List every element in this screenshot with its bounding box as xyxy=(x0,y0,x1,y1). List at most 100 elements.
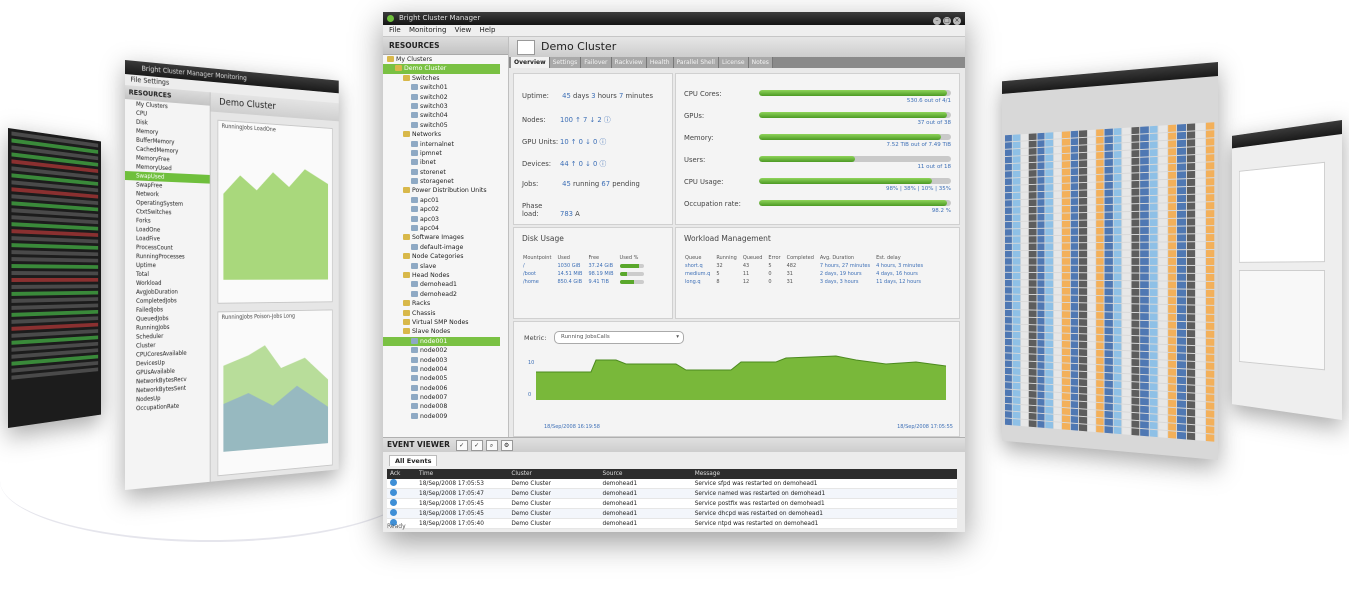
workload-cell: 31 xyxy=(786,271,793,277)
tree-item[interactable]: switch05 xyxy=(383,121,500,130)
tree-item[interactable]: Racks xyxy=(383,299,500,308)
monitoring-item[interactable]: Uptime xyxy=(125,261,210,270)
tree-item[interactable]: internalnet xyxy=(383,140,500,149)
tab-health[interactable]: Health xyxy=(646,57,674,68)
devices-value[interactable]: 44 ↑ 0 ↓ 0 ⓘ xyxy=(560,160,606,168)
close-icon[interactable]: × xyxy=(953,17,961,25)
event-cell: Demo Cluster xyxy=(508,518,600,529)
event-row[interactable]: 18/Sep/2008 17:05:45 Demo Cluster demohead… xyxy=(387,498,957,509)
node-icon xyxy=(411,290,418,297)
tab-parallel-shell[interactable]: Parallel Shell xyxy=(673,57,719,68)
gauge-bar xyxy=(759,178,951,184)
settings-icon[interactable]: ⚙ xyxy=(500,439,513,451)
menu-file[interactable]: File xyxy=(389,26,401,34)
minimize-icon[interactable]: – xyxy=(933,17,941,25)
event-ack[interactable] xyxy=(387,498,417,509)
tree-item-label: apc02 xyxy=(420,206,439,214)
search-icon[interactable]: ⌕ xyxy=(485,439,498,451)
tree-item[interactable]: default-image xyxy=(383,243,500,252)
workload-col-header: Est. delay xyxy=(876,255,901,261)
tree-item[interactable]: Demo Cluster xyxy=(383,64,500,74)
settings-window-title xyxy=(1232,120,1342,149)
tree-item[interactable]: apc04 xyxy=(383,224,500,233)
tree-item[interactable]: switch01 xyxy=(383,83,500,92)
tree-item[interactable]: switch04 xyxy=(383,111,500,120)
tree-item[interactable]: storenet xyxy=(383,168,500,177)
tree-item[interactable]: slave xyxy=(383,262,500,271)
tree-item[interactable]: Node Categories xyxy=(383,252,500,261)
tab-notes[interactable]: Notes xyxy=(748,57,773,68)
event-col-header[interactable]: Source xyxy=(599,469,692,479)
terminal-window xyxy=(8,128,102,428)
tree-item[interactable]: switch03 xyxy=(383,102,500,111)
resource-gauges: CPU Cores: 530.6 out of 4/1 GPUs: 37 out of… xyxy=(675,73,960,225)
event-col-header[interactable]: Time xyxy=(416,469,509,479)
tree-item[interactable]: Networks xyxy=(383,130,500,139)
event-row[interactable]: 18/Sep/2008 17:05:53 Demo Cluster demohead… xyxy=(387,479,957,489)
graph-panel-1[interactable]: RunningJobs LoadOne xyxy=(217,119,333,304)
node-icon xyxy=(411,281,418,288)
tree-item[interactable]: node006 xyxy=(383,384,500,393)
tab-failover[interactable]: Failover xyxy=(581,57,612,68)
tree-item[interactable]: Power Distribution Units xyxy=(383,186,500,195)
event-ack[interactable] xyxy=(387,479,417,489)
event-col-header[interactable]: Cluster xyxy=(508,469,600,479)
tab-overview[interactable]: Overview xyxy=(511,57,550,68)
tree-item[interactable]: Software Images xyxy=(383,233,500,242)
tree-item[interactable]: node004 xyxy=(383,365,500,374)
tab-settings[interactable]: Settings xyxy=(549,57,582,68)
tree-item[interactable]: apc03 xyxy=(383,215,500,224)
event-ack[interactable] xyxy=(387,508,417,519)
tree-item[interactable]: node008 xyxy=(383,402,500,411)
monitoring-item[interactable]: Total xyxy=(125,270,210,279)
metric-y-top: 10 xyxy=(528,360,535,366)
tab-rackview[interactable]: Rackview xyxy=(611,57,647,68)
tree-item[interactable]: node001 xyxy=(383,336,500,347)
tree-item[interactable]: node009 xyxy=(383,412,500,421)
folder-icon xyxy=(403,234,410,241)
nodes-label: Nodes: xyxy=(522,116,546,124)
event-ack[interactable] xyxy=(387,488,417,499)
tree-item-label: Chassis xyxy=(412,309,436,317)
check-all-icon[interactable]: ✓ xyxy=(470,439,483,451)
tree-item[interactable]: Virtual SMP Nodes xyxy=(383,318,500,327)
tab-all-events[interactable]: All Events xyxy=(389,455,438,466)
tree-item[interactable]: Head Nodes xyxy=(383,271,500,280)
tree-item[interactable]: Chassis xyxy=(383,309,500,318)
tree-item[interactable]: switch02 xyxy=(383,93,500,102)
gpu-label: GPU Units: xyxy=(522,138,559,146)
event-col-header[interactable]: Ack xyxy=(387,469,417,479)
tree-item[interactable]: My Clusters xyxy=(383,55,500,64)
event-row[interactable]: 18/Sep/2008 17:05:40 Demo Cluster demohead… xyxy=(387,518,957,529)
tree-item[interactable]: ibnet xyxy=(383,158,500,167)
check-icon[interactable]: ✓ xyxy=(455,439,468,451)
menu-view[interactable]: View xyxy=(455,26,472,34)
menu-help[interactable]: Help xyxy=(479,26,495,34)
gpu-value[interactable]: 10 ↑ 0 ↓ 0 ⓘ xyxy=(560,138,606,146)
metric-select[interactable]: Running JobsCalls ▾ xyxy=(554,331,684,344)
tree-item[interactable]: node007 xyxy=(383,393,500,402)
menu-monitoring[interactable]: Monitoring xyxy=(409,26,446,34)
tree-item[interactable]: node003 xyxy=(383,356,500,365)
tree-item[interactable]: Switches xyxy=(383,74,500,83)
node-icon xyxy=(411,356,418,363)
tab-license[interactable]: License xyxy=(718,57,749,68)
tree-item[interactable]: apc01 xyxy=(383,196,500,205)
menu-bar: File Monitoring View Help xyxy=(383,25,965,37)
nodes-value[interactable]: 100 ↑ 7 ↓ 2 ⓘ xyxy=(560,116,611,124)
tree-item-label: node005 xyxy=(420,375,448,383)
event-row[interactable]: 18/Sep/2008 17:05:47 Demo Cluster demohead… xyxy=(387,488,957,499)
tree-item[interactable]: node005 xyxy=(383,374,500,383)
graph-panel-2[interactable]: RunningJobs Poison-Jobs Long xyxy=(217,309,333,477)
tree-item[interactable]: demohead2 xyxy=(383,290,500,299)
tree-item[interactable]: ipmnet xyxy=(383,149,500,158)
event-row[interactable]: 18/Sep/2008 17:05:45 Demo Cluster demohead… xyxy=(387,508,957,519)
tree-item[interactable]: Slave Nodes xyxy=(383,327,500,336)
node-icon xyxy=(411,93,418,100)
event-col-header[interactable]: Message xyxy=(691,469,957,479)
tree-item[interactable]: apc02 xyxy=(383,205,500,214)
tree-item[interactable]: storagenet xyxy=(383,177,500,186)
maximize-icon[interactable]: □ xyxy=(943,17,951,25)
tree-item[interactable]: demohead1 xyxy=(383,280,500,289)
tree-item[interactable]: node002 xyxy=(383,346,500,355)
